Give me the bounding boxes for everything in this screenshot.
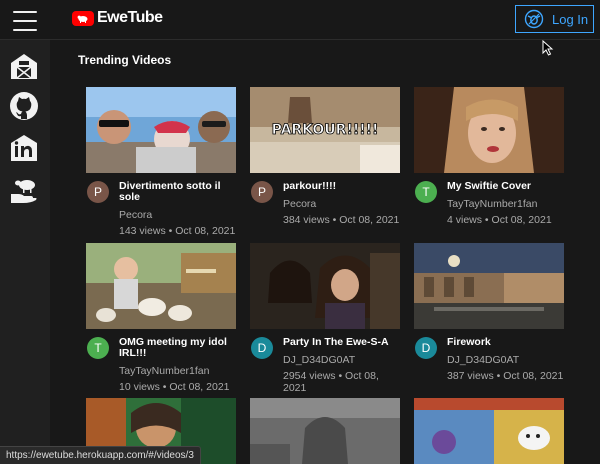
login-label: Log In: [552, 11, 589, 27]
channel-avatar[interactable]: P: [251, 181, 273, 203]
channel-avatar[interactable]: D: [251, 337, 273, 359]
sidebar: [0, 40, 50, 464]
link-preview-status: https://ewetube.herokuapp.com/#/videos/3: [0, 446, 201, 464]
view-count: 4 views: [447, 214, 483, 226]
login-button[interactable]: Log In: [515, 5, 594, 33]
video-stats: 2954 views • Oct 08, 2021: [283, 370, 379, 394]
channel-avatar[interactable]: T: [87, 337, 109, 359]
channel-name[interactable]: TayTayNumber1fan: [119, 365, 236, 377]
video-thumbnail[interactable]: [86, 87, 236, 173]
view-count: 384 views: [283, 214, 330, 226]
video-thumbnail[interactable]: [414, 243, 564, 329]
video-title[interactable]: My Swiftie Cover: [447, 181, 564, 192]
top-header: EweTube Log In: [0, 0, 600, 40]
video-card[interactable]: [414, 398, 564, 464]
video-thumbnail[interactable]: [86, 243, 236, 329]
upload-date: Oct 08, 2021: [175, 225, 236, 237]
video-card[interactable]: PARKOUR!!!!! P parkour!!!! Pecora 384 vi…: [250, 87, 400, 226]
mouse-cursor-icon: [542, 40, 554, 56]
sheep-in-hand-icon[interactable]: [8, 174, 40, 206]
channel-name[interactable]: Pecora: [283, 198, 400, 210]
upload-date: Oct 08, 2021: [503, 370, 564, 382]
channel-name[interactable]: TayTayNumber1fan: [447, 198, 564, 210]
channel-avatar[interactable]: D: [415, 337, 437, 359]
video-card[interactable]: T My Swiftie Cover TayTayNumber1fan 4 vi…: [414, 87, 564, 226]
video-title[interactable]: Firework: [447, 337, 564, 348]
logo-mark-icon: [72, 10, 94, 26]
channel-name[interactable]: Pecora: [119, 209, 236, 221]
video-thumbnail[interactable]: [250, 398, 400, 464]
video-card[interactable]: [250, 398, 400, 464]
menu-icon[interactable]: [13, 11, 37, 31]
view-count: 10 views: [119, 381, 160, 393]
linkedin-icon[interactable]: [8, 132, 40, 164]
channel-avatar[interactable]: P: [87, 181, 109, 203]
video-card[interactable]: D Party In The Ewe-S-A DJ_D34DG0AT 2954 …: [250, 243, 400, 394]
channel-name[interactable]: DJ_D34DG0AT: [283, 354, 400, 366]
video-thumbnail[interactable]: [250, 243, 400, 329]
video-stats: 384 views • Oct 08, 2021: [283, 214, 400, 226]
video-title[interactable]: OMG meeting my idol IRL!!!: [119, 337, 236, 359]
view-count: 2954 views: [283, 370, 336, 382]
video-title[interactable]: Party In The Ewe-S-A: [283, 337, 400, 348]
video-stats: 4 views • Oct 08, 2021: [447, 214, 552, 226]
section-title: Trending Videos: [78, 53, 172, 67]
sheep-face-icon: [524, 9, 544, 29]
github-icon[interactable]: [8, 90, 40, 122]
video-stats: 143 views • Oct 08, 2021: [119, 225, 236, 237]
channel-avatar[interactable]: T: [415, 181, 437, 203]
video-card[interactable]: D Firework DJ_D34DG0AT 387 views • Oct 0…: [414, 243, 564, 382]
upload-date: Oct 08, 2021: [339, 214, 400, 226]
thumbnail-text: PARKOUR!!!!!: [272, 122, 379, 138]
upload-date: Oct 08, 2021: [169, 381, 230, 393]
view-count: 387 views: [447, 370, 494, 382]
video-stats: 10 views • Oct 08, 2021: [119, 381, 230, 393]
upload-date: Oct 08, 2021: [491, 214, 552, 226]
video-thumbnail[interactable]: [414, 398, 564, 464]
video-title[interactable]: Divertimento sotto il sole: [119, 181, 236, 203]
barn-icon[interactable]: [8, 50, 40, 82]
video-thumbnail[interactable]: PARKOUR!!!!!: [250, 87, 400, 173]
main-content: Trending Videos P Divertimento sotto il …: [50, 40, 600, 464]
ewetube-logo[interactable]: EweTube: [72, 8, 163, 28]
channel-name[interactable]: DJ_D34DG0AT: [447, 354, 564, 366]
video-card[interactable]: P Divertimento sotto il sole Pecora 143 …: [86, 87, 236, 237]
video-stats: 387 views • Oct 08, 2021: [447, 370, 564, 382]
video-card[interactable]: T OMG meeting my idol IRL!!! TayTayNumbe…: [86, 243, 236, 393]
video-thumbnail[interactable]: [414, 87, 564, 173]
brand-name: EweTube: [97, 9, 163, 26]
video-title[interactable]: parkour!!!!: [283, 181, 400, 192]
view-count: 143 views: [119, 225, 166, 237]
